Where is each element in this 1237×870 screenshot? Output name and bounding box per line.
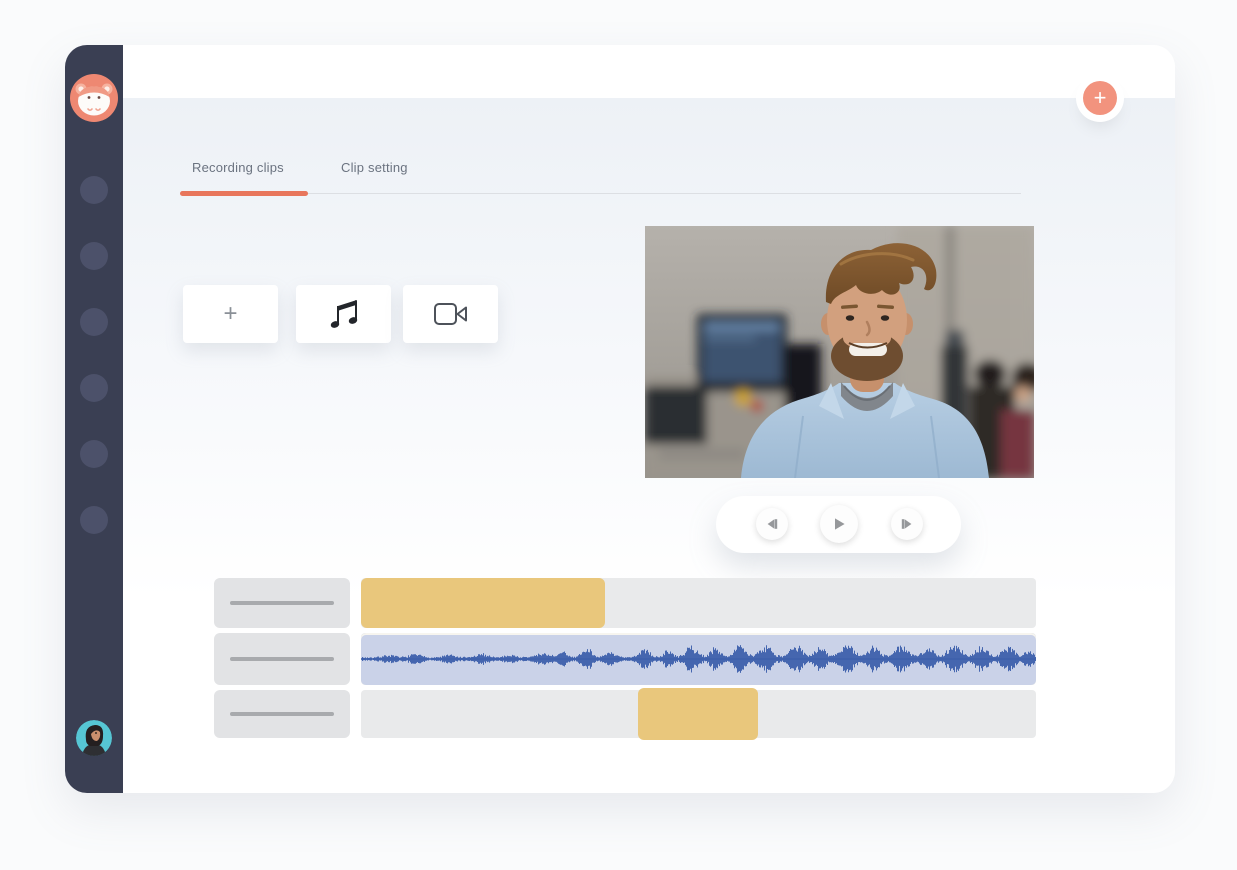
sidebar-nav-item-4[interactable] — [80, 374, 108, 402]
top-bar — [123, 45, 1175, 98]
track-1-lane — [361, 578, 1036, 628]
video-preview[interactable] — [645, 226, 1034, 478]
app-window: + Recording clips Clip setting + — [65, 45, 1175, 793]
track-1-clip-1[interactable] — [361, 578, 605, 628]
sidebar-nav-item-5[interactable] — [80, 440, 108, 468]
playback-controls — [716, 496, 961, 553]
main-area: + Recording clips Clip setting + — [123, 45, 1175, 793]
track-2-audio-clip[interactable] — [361, 633, 1036, 685]
monkey-mascot-icon — [70, 74, 118, 122]
tab-clip-setting[interactable]: Clip setting — [341, 160, 408, 175]
content-area: + Recording clips Clip setting + — [123, 98, 1175, 793]
add-button[interactable]: + — [1083, 81, 1117, 115]
track-3-lane — [361, 690, 1036, 738]
timeline-row-track-3 — [214, 690, 1174, 738]
timeline — [214, 578, 1174, 740]
video-frame-image — [645, 226, 1034, 478]
timeline-row-track-1 — [214, 578, 1174, 628]
sidebar-nav — [65, 176, 123, 534]
active-tab-underline — [180, 191, 308, 196]
add-video-button[interactable] — [403, 285, 498, 343]
drag-grip-icon — [230, 657, 334, 661]
play-icon — [831, 516, 847, 532]
track-2-lane — [361, 633, 1036, 685]
skip-back-icon — [764, 516, 780, 532]
skip-back-button[interactable] — [756, 508, 788, 540]
skip-forward-button[interactable] — [891, 508, 923, 540]
user-avatar-photo — [76, 720, 112, 756]
video-camera-icon — [433, 301, 469, 327]
add-music-button[interactable] — [296, 285, 391, 343]
sidebar-nav-item-3[interactable] — [80, 308, 108, 336]
plus-icon: + — [223, 302, 237, 326]
skip-forward-icon — [899, 516, 915, 532]
sidebar-nav-item-6[interactable] — [80, 506, 108, 534]
drag-grip-icon — [230, 601, 334, 605]
audio-waveform — [361, 633, 1036, 685]
tab-recording-clips[interactable]: Recording clips — [192, 160, 284, 175]
timeline-row-track-2 — [214, 633, 1174, 685]
plus-icon: + — [1094, 87, 1107, 109]
track-1-handle[interactable] — [214, 578, 350, 628]
music-note-icon — [329, 297, 359, 331]
sidebar — [65, 45, 123, 793]
app-logo[interactable] — [70, 74, 118, 122]
play-button[interactable] — [820, 505, 858, 543]
add-clip-button[interactable]: + — [183, 285, 278, 343]
track-2-handle[interactable] — [214, 633, 350, 685]
sidebar-nav-item-1[interactable] — [80, 176, 108, 204]
drag-grip-icon — [230, 712, 334, 716]
track-3-clip-1[interactable] — [638, 688, 758, 740]
sidebar-nav-item-2[interactable] — [80, 242, 108, 270]
track-3-handle[interactable] — [214, 690, 350, 738]
user-avatar[interactable] — [76, 720, 112, 756]
